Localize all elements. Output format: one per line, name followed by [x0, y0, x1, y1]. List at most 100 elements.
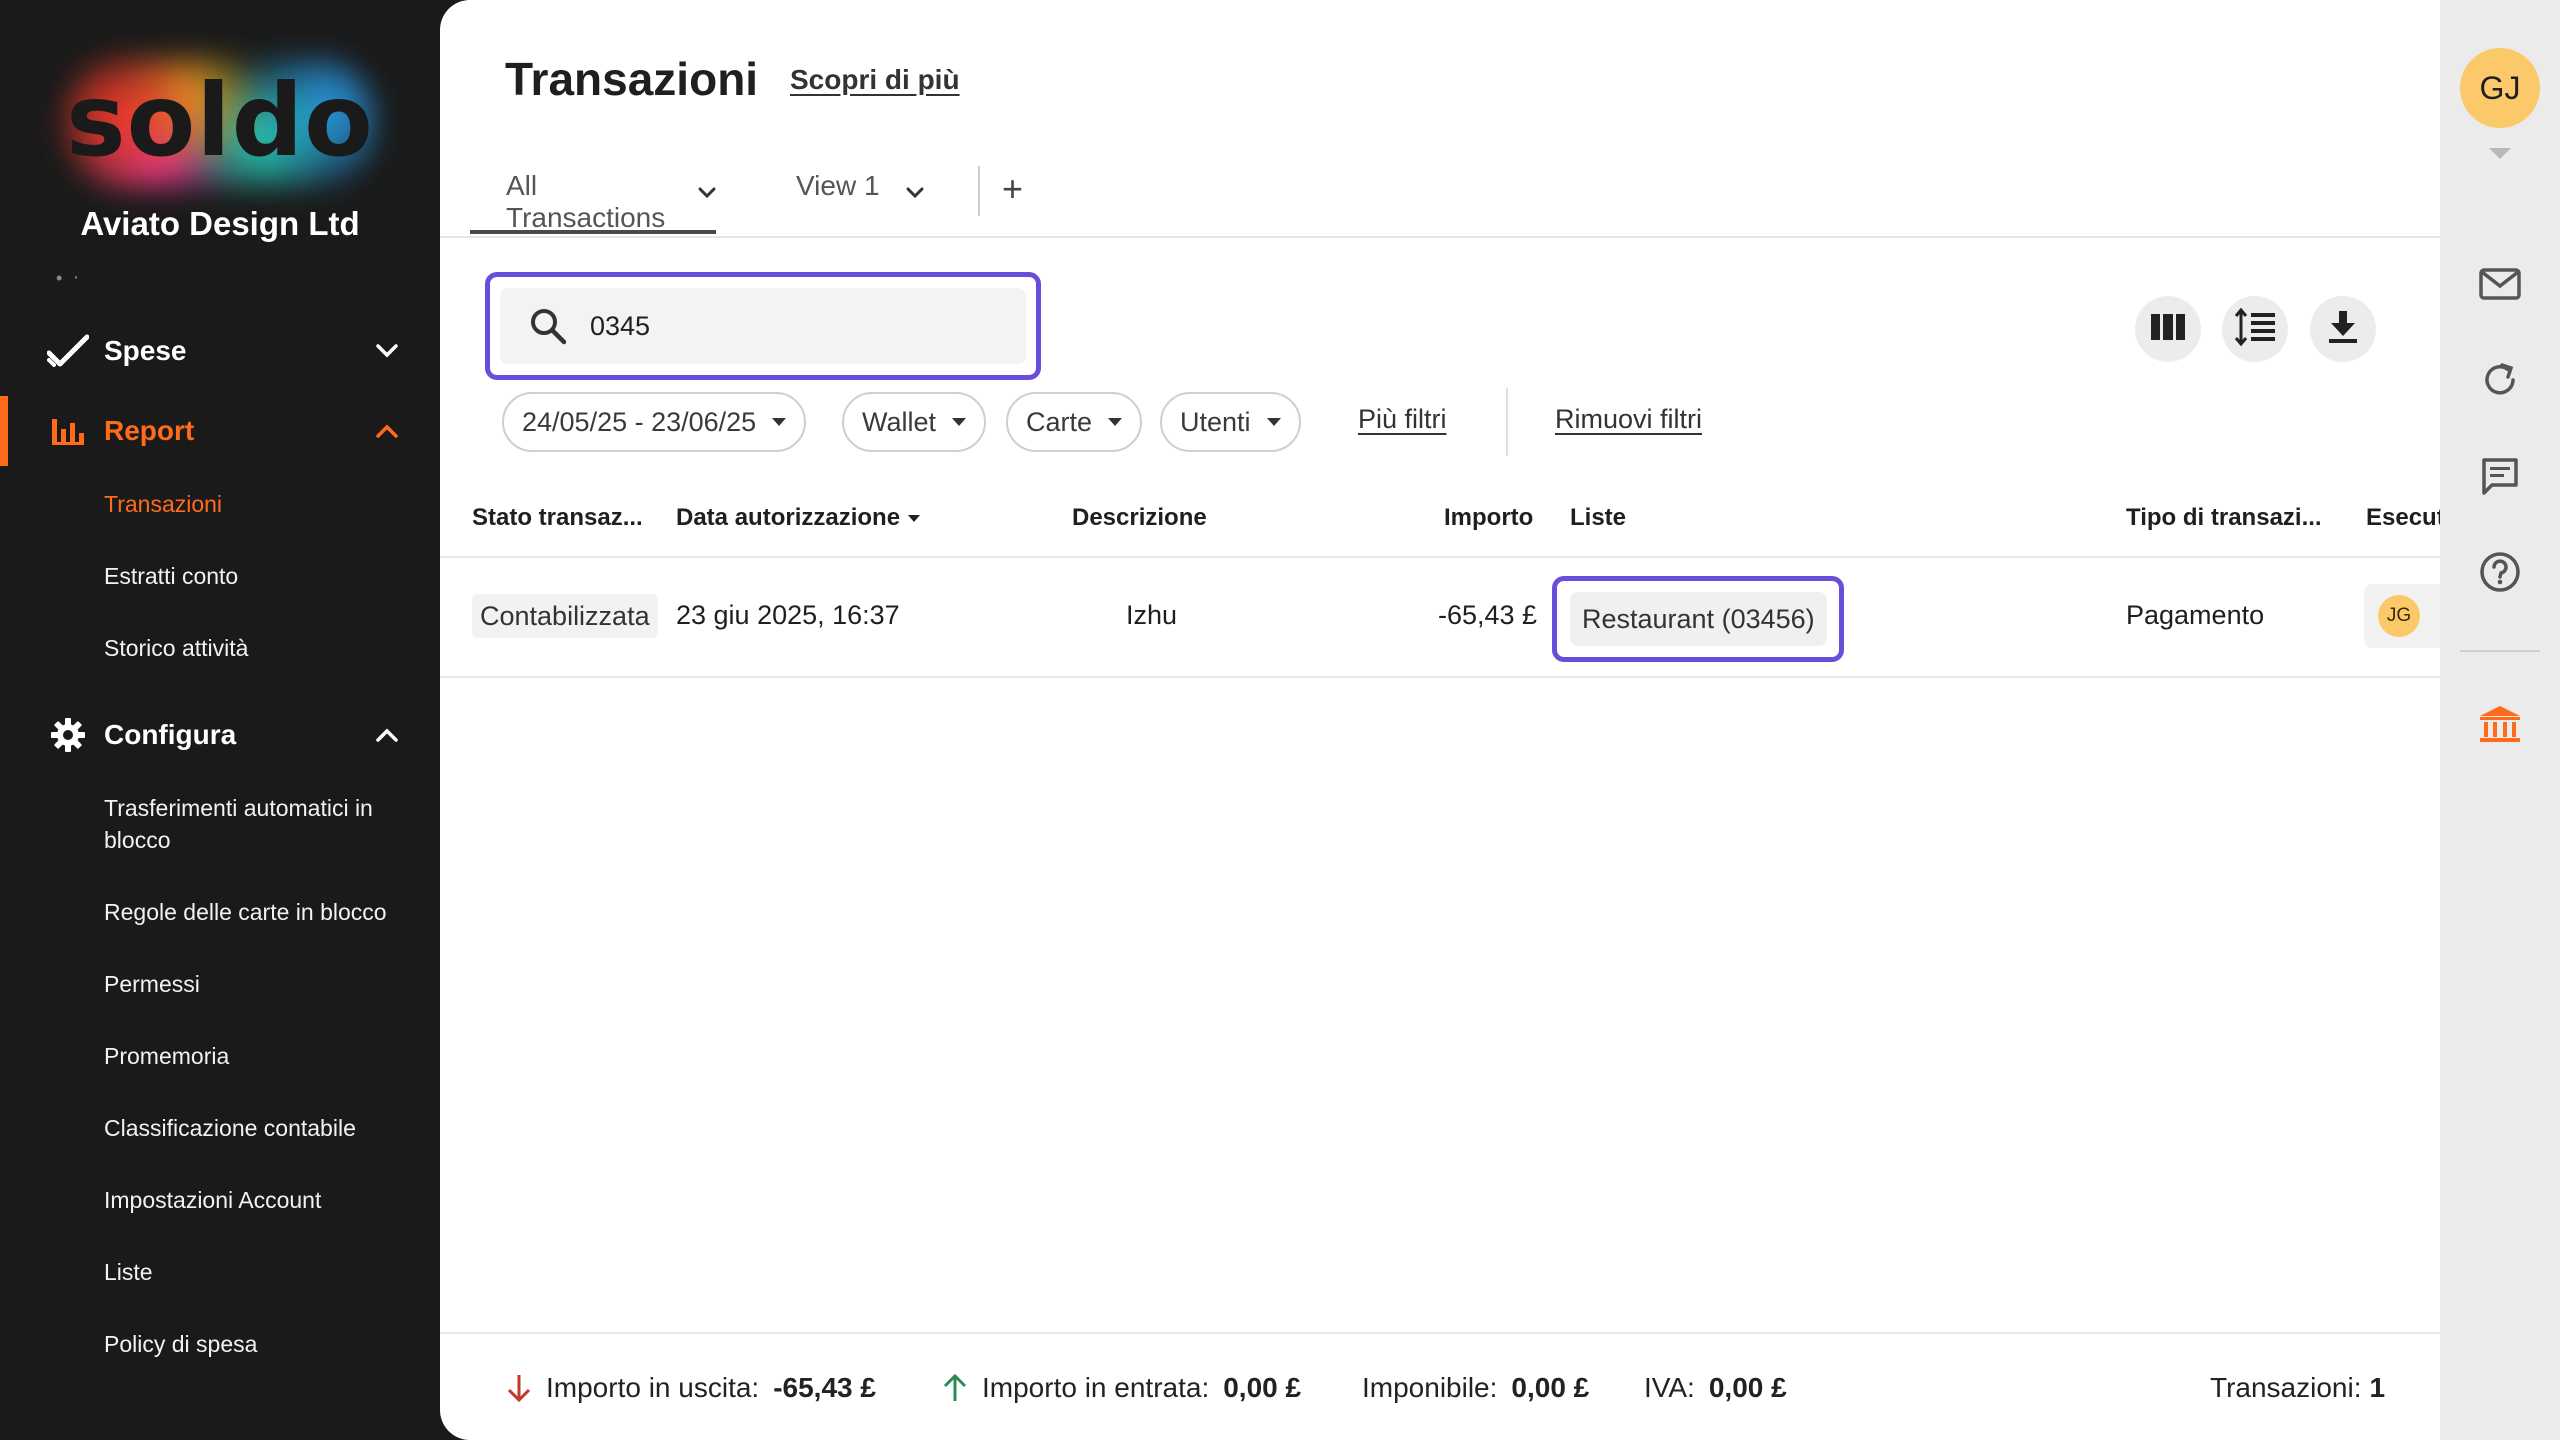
nav-section-spese[interactable]: Spese	[0, 316, 468, 386]
date-range-filter[interactable]: 24/05/25 - 23/06/25	[502, 392, 807, 452]
sidebar-item-impostazioni-account[interactable]: Impostazioni Account	[104, 1184, 424, 1216]
avatar[interactable]: JG	[2378, 595, 2420, 637]
chat-icon[interactable]	[2476, 452, 2524, 500]
column-header-auth-date[interactable]: Data autorizzazione	[676, 504, 921, 532]
cell-description: Izhu	[1126, 600, 1178, 630]
sidebar-item-transazioni[interactable]: Transazioni	[104, 488, 424, 520]
caret-down-icon[interactable]	[2489, 148, 2511, 159]
sidebar-item-regole-carte[interactable]: Regole delle carte in blocco	[104, 896, 424, 928]
help-icon[interactable]	[2476, 548, 2524, 596]
chevron-down-icon	[906, 174, 924, 206]
checkmark-icon	[46, 329, 90, 373]
nav-label-spese: Spese	[104, 335, 187, 366]
tab-label: All Transactions	[506, 170, 666, 233]
sidebar-item-permessi[interactable]: Permessi	[104, 968, 424, 1000]
count-label: Transazioni:	[2210, 1372, 2362, 1403]
search-box[interactable]	[500, 288, 1026, 364]
vat-summary: IVA: 0,00 £	[1644, 1372, 1787, 1404]
header-divider	[440, 556, 2440, 558]
caret-down-icon	[1108, 418, 1123, 426]
user-avatar[interactable]: GJ	[2460, 48, 2540, 128]
gear-icon	[46, 713, 90, 757]
nav-label-report: Report	[104, 415, 195, 446]
nav-section-configura[interactable]: Configura	[0, 700, 468, 770]
density-icon	[2234, 307, 2276, 351]
bank-icon[interactable]	[2476, 700, 2524, 748]
arrow-up-icon	[942, 1373, 968, 1403]
download-icon	[2327, 309, 2359, 350]
remove-filters-link[interactable]: Rimuovi filtri	[1555, 404, 1702, 435]
taxable-value: 0,00 £	[1511, 1372, 1590, 1403]
caret-down-icon	[1266, 418, 1281, 426]
sidebar-item-storico-attivita[interactable]: Storico attività	[104, 632, 424, 664]
outgoing-summary: Importo in uscita: -65,43 £	[506, 1372, 876, 1404]
sidebar-item-trasferimenti-automatici[interactable]: Trasferimenti automatici in blocco	[104, 792, 424, 856]
count-value: 1	[2369, 1372, 2386, 1403]
sidebar-item-promemoria[interactable]: Promemoria	[104, 1040, 424, 1072]
download-button[interactable]	[2310, 296, 2376, 362]
taxable-summary: Imponibile: 0,00 £	[1362, 1372, 1589, 1404]
arrow-down-icon	[506, 1373, 532, 1403]
column-header-status[interactable]: Stato transaz...	[472, 504, 643, 532]
cell-amount: -65,43 £	[1438, 600, 1538, 630]
mail-icon[interactable]	[2476, 260, 2524, 308]
cell-type: Pagamento	[2126, 600, 2265, 630]
tab-view-1[interactable]: View 1	[796, 170, 924, 234]
column-header-amount[interactable]: Importo	[1444, 504, 1533, 532]
add-view-button[interactable]: +	[1002, 168, 1023, 210]
chevron-up-icon	[372, 416, 402, 446]
tab-all-transactions[interactable]: All Transactions	[470, 170, 716, 234]
tab-label: View 1	[796, 170, 880, 201]
caret-down-icon	[772, 418, 787, 426]
column-header-lists[interactable]: Liste	[1570, 504, 1626, 532]
transaction-count: Transazioni: 1	[2210, 1372, 2385, 1404]
rail-divider	[2460, 650, 2540, 652]
outgoing-value: -65,43 £	[773, 1372, 876, 1403]
learn-more-link[interactable]: Scopri di più	[790, 64, 960, 96]
tab-divider	[978, 166, 980, 216]
filter-divider	[1506, 388, 1508, 456]
nav-label-configura: Configura	[104, 719, 237, 750]
search-icon	[528, 306, 568, 351]
nav-section-report[interactable]: Report	[0, 396, 468, 466]
density-button[interactable]	[2222, 296, 2288, 362]
columns-button[interactable]	[2135, 296, 2201, 362]
chevron-down-icon	[372, 336, 402, 366]
columns-icon	[2150, 312, 2186, 347]
sidebar-item-liste[interactable]: Liste	[104, 1256, 424, 1288]
vat-label: IVA:	[1644, 1372, 1695, 1403]
page-title: Transazioni	[505, 53, 759, 105]
list-tag[interactable]: Restaurant (03456)	[1570, 592, 1827, 646]
company-name[interactable]: Aviato Design Ltd	[0, 205, 440, 243]
column-header-executor[interactable]: Esecut	[2366, 504, 2440, 532]
chip-label: Wallet	[862, 406, 937, 437]
bar-chart-icon	[46, 409, 90, 453]
incoming-label: Importo in entrata:	[982, 1372, 1210, 1403]
refresh-icon[interactable]	[2476, 356, 2524, 404]
utenti-filter[interactable]: Utenti	[1160, 392, 1301, 452]
search-input[interactable]	[590, 306, 990, 346]
sort-down-icon	[908, 515, 921, 523]
cell-date: 23 giu 2025, 16:37	[676, 600, 900, 630]
taxable-label: Imponibile:	[1362, 1372, 1498, 1403]
sidebar-item-classificazione-contabile[interactable]: Classificazione contabile	[104, 1112, 424, 1144]
scroll-indicator: • ‧	[56, 268, 83, 288]
chip-label: Carte	[1026, 406, 1093, 437]
right-rail: GJ	[2440, 0, 2560, 1440]
carte-filter[interactable]: Carte	[1006, 392, 1143, 452]
tabs-border	[440, 236, 2440, 238]
column-header-type[interactable]: Tipo di transazi...	[2126, 504, 2322, 532]
chevron-down-icon	[698, 174, 716, 206]
more-filters-link[interactable]: Più filtri	[1358, 404, 1447, 435]
main-content: Transazioni Scopri di più All Transactio…	[440, 0, 2440, 1440]
chip-label: 24/05/25 - 23/06/25	[522, 406, 757, 437]
column-header-label: Data autorizzazione	[676, 504, 901, 531]
wallet-filter[interactable]: Wallet	[842, 392, 987, 452]
caret-down-icon	[952, 418, 967, 426]
soldo-logo[interactable]: soldo	[40, 48, 400, 198]
sidebar-item-estratti-conto[interactable]: Estratti conto	[104, 560, 424, 592]
sidebar-item-policy-di-spesa[interactable]: Policy di spesa	[104, 1328, 424, 1360]
column-header-description[interactable]: Descrizione	[1072, 504, 1207, 532]
row-divider	[440, 676, 2440, 678]
executor-cell: JG	[2364, 584, 2440, 648]
